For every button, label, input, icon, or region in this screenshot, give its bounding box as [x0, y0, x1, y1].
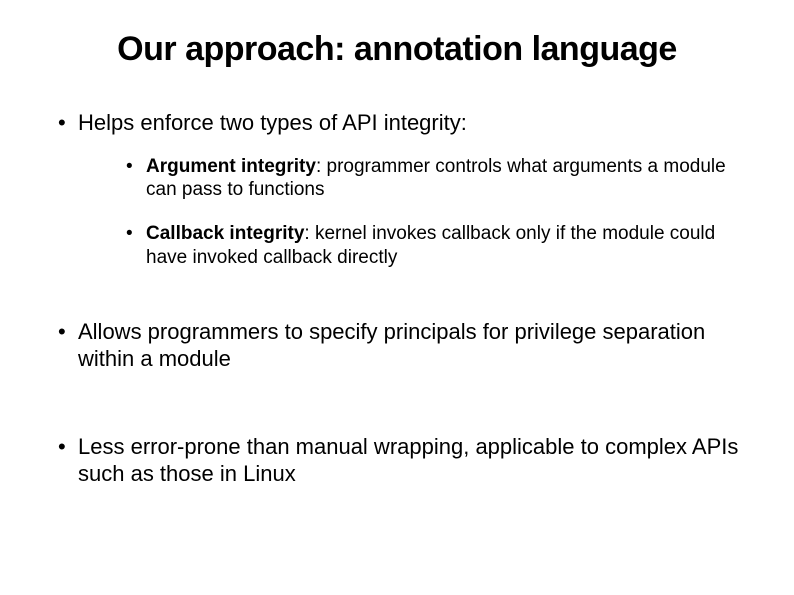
bullet-api-integrity: Helps enforce two types of API integrity… [50, 109, 744, 137]
bullet-argument-integrity-term: Argument integrity [146, 156, 316, 177]
bullet-callback-integrity: Callback integrity: kernel invokes callb… [50, 222, 744, 270]
bullet-argument-integrity: Argument integrity: programmer controls … [50, 155, 744, 203]
bullet-principals: Allows programmers to specify principals… [50, 318, 744, 373]
bullet-less-error-prone: Less error-prone than manual wrapping, a… [50, 433, 744, 488]
bullet-callback-integrity-term: Callback integrity [146, 223, 304, 244]
slide-title: Our approach: annotation language [50, 30, 744, 69]
